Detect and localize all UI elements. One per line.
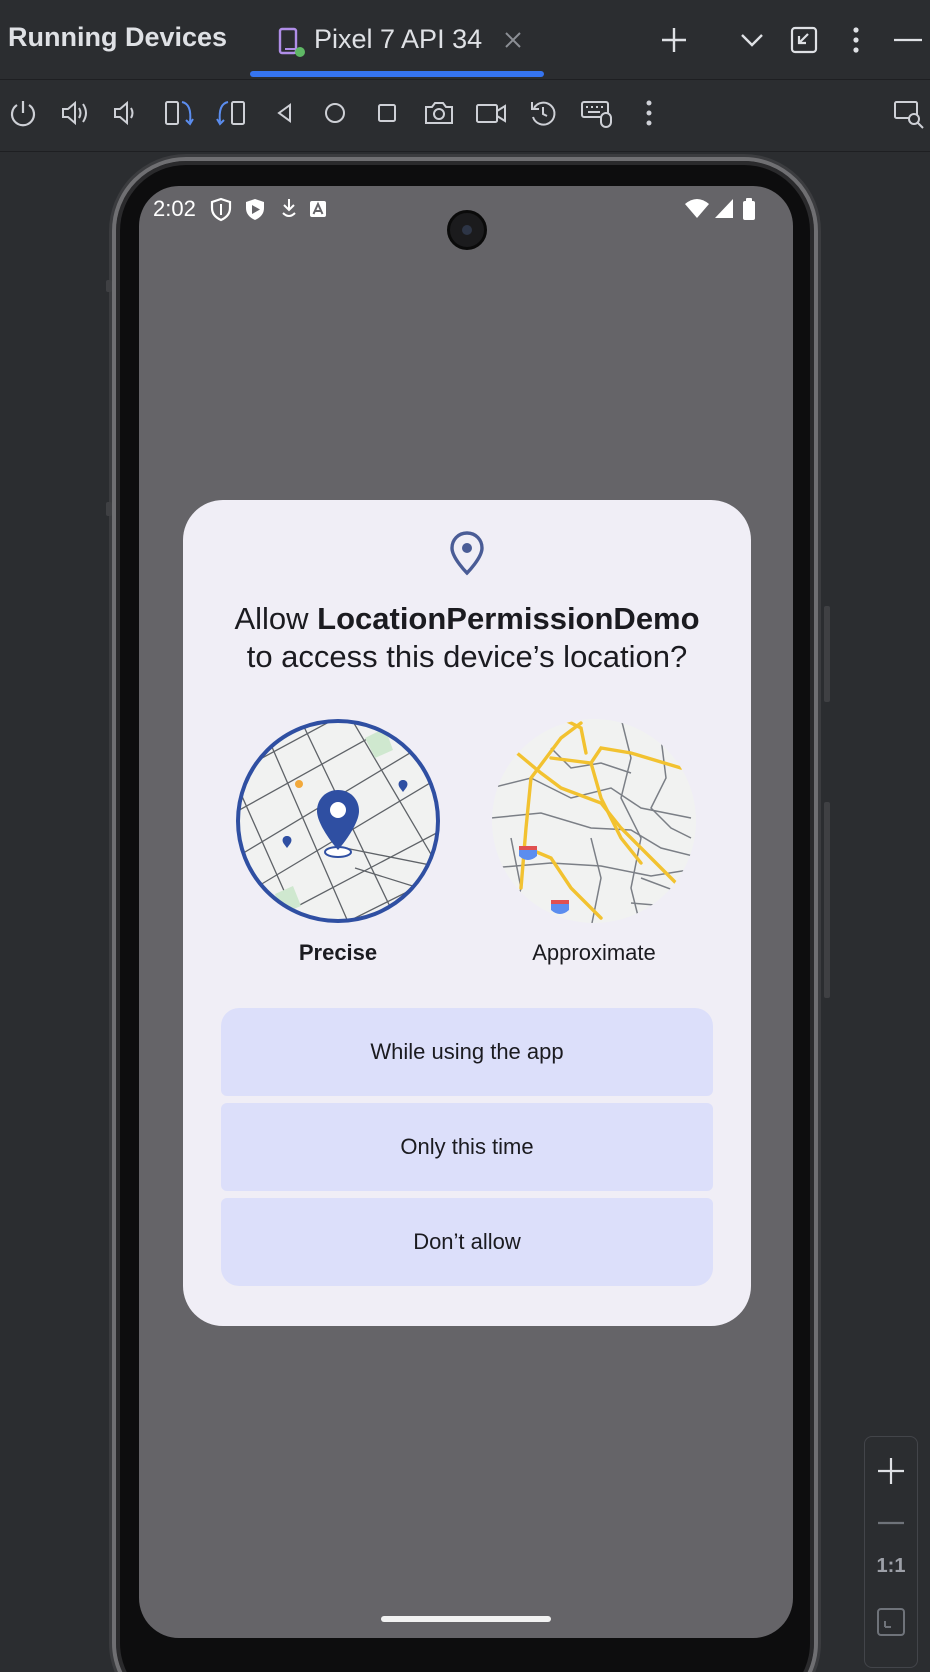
device-explorer-icon[interactable] <box>892 96 926 130</box>
reset-icon[interactable] <box>526 96 560 130</box>
play-protect-icon <box>246 199 264 220</box>
precise-location-option[interactable] <box>235 718 441 924</box>
rotate-right-icon[interactable] <box>214 96 248 130</box>
running-devices-header: Running Devices Pixel 7 API 34 <box>0 0 930 80</box>
notification-icons <box>210 197 326 222</box>
approximate-label: Approximate <box>532 940 656 965</box>
while-using-app-button[interactable]: While using the app <box>221 1008 713 1096</box>
keyboard-mouse-icon[interactable] <box>580 96 614 130</box>
actual-size-button[interactable]: 1:1 <box>865 1555 917 1578</box>
volume-down-icon[interactable] <box>108 96 142 130</box>
interstate-shield-icon <box>519 846 537 860</box>
home-icon[interactable] <box>318 96 352 130</box>
back-icon[interactable] <box>268 96 302 130</box>
location-pin-icon <box>450 531 484 576</box>
device-screen[interactable]: 2:02 Allow LocationPermissionDemo to acc… <box>139 186 793 1638</box>
phone-side-notch <box>106 280 112 292</box>
more-options-icon[interactable] <box>632 96 666 130</box>
only-this-time-button[interactable]: Only this time <box>221 1103 713 1191</box>
shield-icon <box>210 197 232 222</box>
dock-window-icon[interactable] <box>786 22 822 58</box>
panel-title: Running Devices <box>8 22 228 52</box>
battery-icon <box>743 201 755 220</box>
download-icon <box>282 199 296 217</box>
keyboard-a-icon <box>310 201 326 217</box>
zoom-out-icon[interactable] <box>865 1507 917 1539</box>
title-suffix: to access this device’s location? <box>246 639 688 674</box>
zoom-controls: 1:1 <box>864 1436 918 1668</box>
device-tab-icon <box>278 27 305 57</box>
app-name: LocationPermissionDemo <box>317 601 700 636</box>
device-tab-label: Pixel 7 API 34 <box>314 24 483 54</box>
dont-allow-button[interactable]: Don’t allow <box>221 1198 713 1286</box>
volume-up-icon[interactable] <box>58 96 92 130</box>
dialog-title: Allow LocationPermissionDemo to access t… <box>183 600 751 676</box>
screen-record-icon[interactable] <box>474 96 508 130</box>
front-camera <box>447 210 487 250</box>
fit-screen-icon[interactable] <box>865 1605 917 1639</box>
active-tab-indicator <box>250 71 544 77</box>
device-toolbar <box>0 80 930 152</box>
location-permission-dialog: Allow LocationPermissionDemo to access t… <box>183 500 751 1326</box>
power-button <box>824 606 830 702</box>
close-tab-icon[interactable] <box>500 27 526 53</box>
system-status-icons <box>685 198 755 220</box>
signal-icon <box>715 199 733 218</box>
overview-icon[interactable] <box>370 96 404 130</box>
phone-side-notch <box>106 502 112 516</box>
title-prefix: Allow <box>234 601 318 636</box>
rotate-left-icon[interactable] <box>162 96 196 130</box>
zoom-in-icon[interactable] <box>865 1455 917 1487</box>
precise-label: Precise <box>298 940 378 965</box>
more-options-icon[interactable] <box>838 22 874 58</box>
tab-pixel-7-api-34[interactable]: Pixel 7 API 34 <box>250 0 544 80</box>
interstate-shield-icon <box>551 900 569 914</box>
chevron-down-icon[interactable] <box>734 22 770 58</box>
gesture-nav-handle[interactable] <box>381 1616 551 1622</box>
power-icon[interactable] <box>6 96 40 130</box>
status-time: 2:02 <box>153 196 196 221</box>
poi-marker <box>295 780 303 788</box>
add-device-icon[interactable] <box>656 22 692 58</box>
screenshot-icon[interactable] <box>422 96 456 130</box>
approximate-location-option[interactable] <box>491 718 697 924</box>
volume-button <box>824 802 830 998</box>
wifi-icon <box>685 199 709 218</box>
minimize-icon[interactable] <box>890 22 926 58</box>
